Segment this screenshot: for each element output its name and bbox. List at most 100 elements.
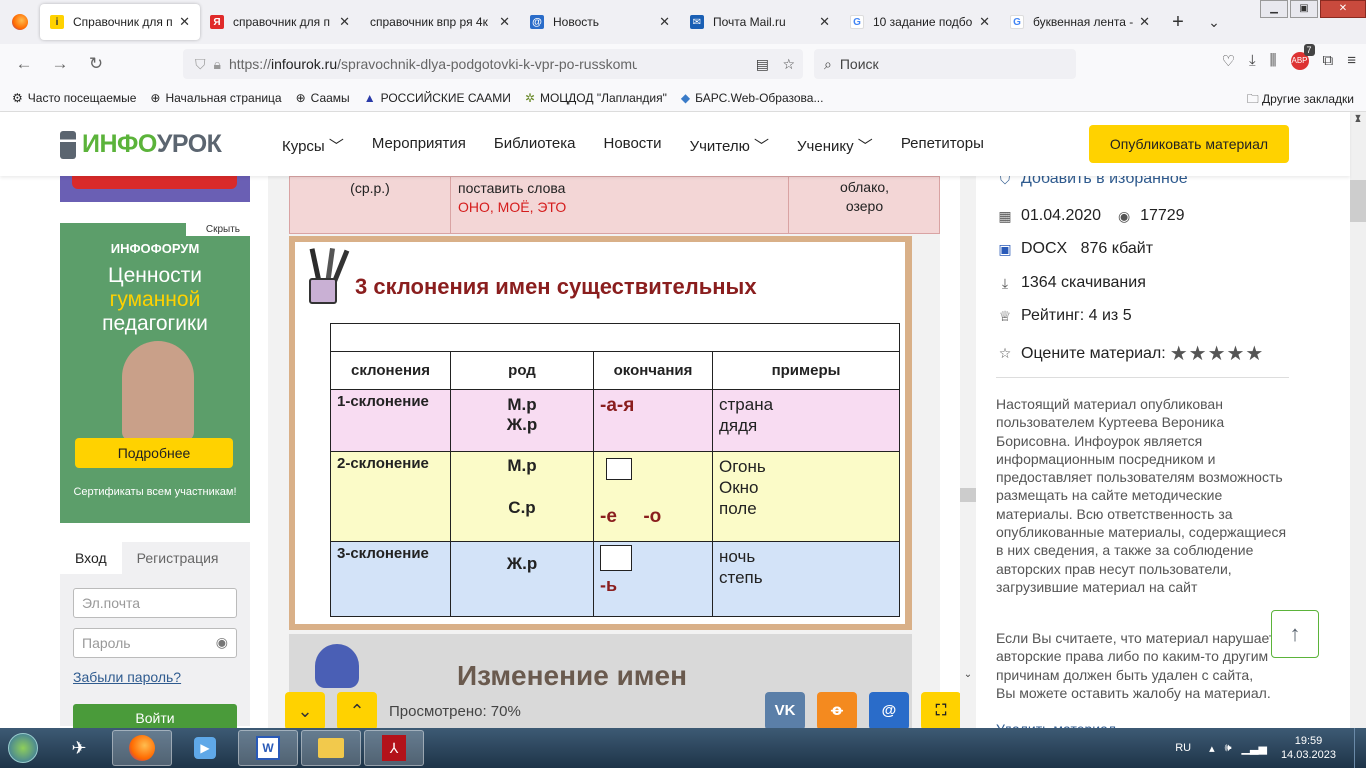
vk-share-icon[interactable]: VK bbox=[765, 692, 805, 730]
menu-news[interactable]: Новости bbox=[603, 135, 661, 156]
shield-icon[interactable]: ⛉ bbox=[195, 56, 206, 73]
tray-expand-icon[interactable]: ▴ bbox=[1209, 742, 1215, 755]
menu-student[interactable]: Ученику ﹀ bbox=[797, 135, 873, 156]
window-close-button[interactable]: ✕ bbox=[1320, 0, 1366, 18]
lock-icon[interactable]: 🔒︎ bbox=[214, 56, 221, 73]
page-scrollbar[interactable]: ▲ ▼ bbox=[1350, 112, 1366, 728]
tab-login[interactable]: Вход bbox=[60, 542, 122, 574]
bookmark-item[interactable]: ⊕ Саамы bbox=[296, 91, 350, 105]
clock-date: 14.03.2023 bbox=[1280, 749, 1336, 761]
close-tab-icon[interactable]: ✕ bbox=[659, 14, 670, 30]
reload-icon[interactable]: ↻ bbox=[78, 54, 114, 74]
star-outline-icon: ☆ bbox=[998, 345, 1012, 361]
firefox-menu-icon[interactable] bbox=[0, 0, 40, 44]
new-tab-button[interactable]: + bbox=[1160, 11, 1196, 34]
ad-more-button[interactable]: Подробнее bbox=[75, 438, 233, 468]
clock-time: 19:59 bbox=[1294, 735, 1323, 747]
close-tab-icon[interactable]: ✕ bbox=[339, 14, 350, 30]
eye-icon[interactable]: ◉ bbox=[216, 634, 228, 651]
menu-teacher[interactable]: Учителю ﹀ bbox=[690, 135, 769, 156]
publish-material-button[interactable]: Опубликовать материал bbox=[1089, 125, 1289, 163]
globe-icon: ⊕ bbox=[295, 90, 306, 105]
close-tab-icon[interactable]: ✕ bbox=[819, 14, 830, 30]
viewer-scrollbar[interactable]: ⌄ bbox=[960, 176, 976, 728]
menu-tutors[interactable]: Репетиторы bbox=[901, 135, 984, 156]
menu-events[interactable]: Мероприятия bbox=[372, 135, 466, 156]
infoforum-ad[interactable]: Скрыть ИНФОФОРУМ Ценности гуманной педаг… bbox=[60, 223, 250, 523]
pocket-icon[interactable]: ♡ bbox=[1222, 52, 1235, 70]
show-desktop-button[interactable] bbox=[1354, 728, 1366, 768]
tab-list-chevron-icon[interactable]: ⌄ bbox=[1196, 14, 1232, 31]
prev-page-chevron-up-icon[interactable]: ⌃ bbox=[337, 692, 377, 730]
bookmark-item[interactable]: ⚙ Часто посещаемые bbox=[12, 91, 136, 105]
email-field[interactable]: Эл.почта bbox=[73, 588, 237, 618]
reader-view-icon[interactable]: ▤ bbox=[756, 56, 769, 73]
search-box[interactable]: ⌕ Поиск bbox=[814, 49, 1076, 79]
bookmark-item[interactable]: ✲ МОЦДОД "Лапландия" bbox=[525, 91, 667, 105]
banner-button-stub[interactable] bbox=[72, 176, 237, 189]
fullscreen-icon[interactable]: ⛶ bbox=[921, 692, 961, 730]
menu-library[interactable]: Библиотека bbox=[494, 135, 576, 156]
back-arrow-icon[interactable]: ← bbox=[6, 54, 42, 74]
empty-cell bbox=[330, 323, 900, 352]
hide-ad-button[interactable]: Скрыть bbox=[185, 223, 250, 236]
tab-3[interactable]: @ Новость ✕ bbox=[520, 0, 680, 44]
address-bar[interactable]: ⛉ 🔒︎ https://infourok.ru/spravochnik-dly… bbox=[183, 49, 803, 79]
forgot-password-link[interactable]: Забыли пароль? bbox=[73, 669, 181, 685]
taskbar-firefox-icon[interactable] bbox=[112, 730, 172, 766]
viewer-scrollbar-thumb[interactable] bbox=[960, 488, 976, 502]
close-tab-icon[interactable]: ✕ bbox=[179, 14, 190, 30]
scroll-down-icon[interactable]: ⌄ bbox=[960, 669, 976, 680]
language-indicator[interactable]: RU bbox=[1175, 742, 1191, 754]
downloads-row: ⤓ 1364 скачивания bbox=[996, 274, 1146, 292]
bookmark-item[interactable]: ⊕ Начальная страница bbox=[150, 91, 281, 105]
minimize-button[interactable]: ▁ bbox=[1260, 0, 1288, 18]
next-page-chevron-down-icon[interactable]: ⌄ bbox=[285, 692, 325, 730]
tab-4[interactable]: ✉ Почта Mail.ru ✕ bbox=[680, 0, 840, 44]
volume-icon[interactable]: 🕪︎ bbox=[1225, 742, 1232, 755]
tab-2[interactable]: справочник впр ря 4к ✕ bbox=[360, 0, 520, 44]
bookmarks-bar: ⚙ Часто посещаемые ⊕ Начальная страница ⊕ С… bbox=[0, 84, 1366, 112]
forward-arrow-icon[interactable]: → bbox=[42, 54, 78, 74]
close-tab-icon[interactable]: ✕ bbox=[499, 14, 510, 30]
close-tab-icon[interactable]: ✕ bbox=[979, 14, 990, 30]
tab-0[interactable]: i Справочник для п ✕ bbox=[40, 4, 200, 40]
bookmark-item[interactable]: ◆ БАРС.Web-Образова... bbox=[681, 91, 824, 105]
tab-5[interactable]: G 10 задание подбор ✕ bbox=[840, 0, 1000, 44]
hamburger-menu-icon[interactable]: ≡ bbox=[1347, 52, 1356, 70]
tab-register[interactable]: Регистрация bbox=[122, 542, 234, 574]
mail-share-icon[interactable]: @ bbox=[869, 692, 909, 730]
scroll-down-icon[interactable]: ▼ bbox=[1350, 112, 1366, 726]
network-icon[interactable]: ▁▃▅ bbox=[1242, 742, 1267, 755]
password-field[interactable]: Пароль ◉ bbox=[73, 628, 237, 658]
tab-6[interactable]: Gбуквенная лента - ✕ bbox=[1000, 0, 1160, 44]
bookmark-item[interactable]: ▲ РОССИЙСКИЕ СААМИ bbox=[364, 91, 511, 105]
maximize-button[interactable]: ▣ bbox=[1290, 0, 1318, 18]
bookmark-label: МОЦДОД "Лапландия" bbox=[539, 90, 667, 105]
other-bookmarks[interactable]: 🗀︎ Другие закладки bbox=[1247, 90, 1354, 111]
login-button[interactable]: Войти bbox=[73, 704, 237, 730]
library-icon[interactable]: ⫼ bbox=[1270, 52, 1277, 70]
rating-stars[interactable]: ★★★★★ bbox=[1170, 341, 1265, 366]
close-tab-icon[interactable]: ✕ bbox=[1139, 14, 1150, 30]
delete-material-link[interactable]: Удалить материал bbox=[996, 721, 1116, 728]
scroll-to-top-arrow-icon[interactable]: ↑ bbox=[1271, 610, 1319, 658]
extensions-icon[interactable]: ⧉ bbox=[1323, 52, 1334, 70]
downloads-icon[interactable]: ⤓ bbox=[1249, 52, 1256, 70]
taskbar-media-player-icon[interactable]: ▶ bbox=[175, 730, 235, 766]
start-button[interactable] bbox=[0, 728, 46, 768]
bookmark-star-icon[interactable]: ☆ bbox=[782, 56, 795, 73]
clock[interactable]: 19:59 14.03.2023 bbox=[1281, 734, 1336, 762]
menu-courses[interactable]: Курсы ﹀ bbox=[282, 135, 344, 156]
views-value: 17729 bbox=[1140, 207, 1185, 224]
infourok-logo[interactable]: ИНФО УРОК bbox=[60, 130, 222, 159]
tab-1[interactable]: Ясправочник для п ✕ bbox=[200, 0, 360, 44]
viewed-progress: Просмотрено: 70% bbox=[389, 703, 521, 720]
table-row: 2-склонение М.р С.р -е -о Огонь Окно поле bbox=[330, 451, 900, 542]
taskbar-app-tool-icon[interactable]: ✈ bbox=[49, 730, 109, 766]
taskbar-explorer-folder-icon[interactable] bbox=[301, 730, 361, 766]
adblock-icon[interactable]: ABP 7 bbox=[1290, 44, 1315, 70]
ok-share-icon[interactable]: ꝋ bbox=[817, 692, 857, 730]
taskbar-pdf-reader-icon[interactable]: ⅄ bbox=[364, 730, 424, 766]
taskbar-word-icon[interactable]: W bbox=[238, 730, 298, 766]
